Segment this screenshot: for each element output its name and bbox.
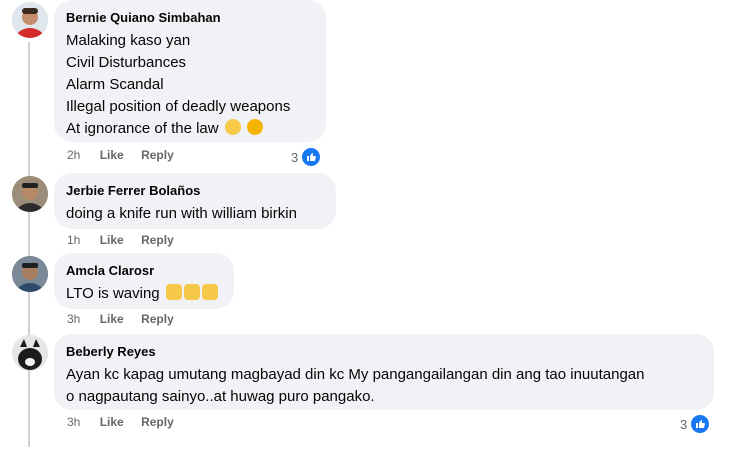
like-button[interactable]: Like	[100, 312, 124, 326]
comment-text: doing a knife run with william birkin	[66, 205, 297, 222]
comment-bubble: Beberly Reyes Ayan kc kapag umutang magb…	[54, 334, 714, 410]
commenter-name[interactable]: Beberly Reyes	[66, 344, 702, 360]
comment-text: Malaking kaso yan Civil Disturbances Ala…	[66, 32, 291, 137]
reaction-count[interactable]: 3	[291, 146, 323, 168]
comment-actions: 2h Like Reply	[67, 148, 188, 162]
comment-bubble: Amcla Clarosr LTO is waving	[54, 253, 234, 309]
reply-button[interactable]: Reply	[141, 415, 174, 429]
avatar[interactable]	[12, 2, 48, 38]
reply-button[interactable]: Reply	[141, 148, 174, 162]
comment-timestamp[interactable]: 2h	[67, 148, 80, 162]
dizzy-face-emoji-icon	[246, 119, 263, 135]
thread-line	[28, 42, 30, 447]
comment-actions: 3h Like Reply	[67, 415, 188, 429]
commenter-name[interactable]: Bernie Quiano Simbahan	[66, 10, 314, 26]
like-icon	[300, 146, 323, 168]
waving-hand-emoji-icon	[183, 284, 200, 300]
reply-button[interactable]: Reply	[141, 233, 174, 247]
comment-timestamp[interactable]: 3h	[67, 312, 80, 326]
comment-actions: 3h Like Reply	[67, 312, 188, 326]
comment-text: LTO is waving	[66, 283, 222, 305]
commenter-name[interactable]: Jerbie Ferrer Bolaños	[66, 183, 324, 199]
avatar[interactable]	[12, 256, 48, 292]
like-button[interactable]: Like	[100, 233, 124, 247]
comment-text: Ayan kc kapag umutang magbayad din kc My…	[66, 366, 645, 405]
comment-actions: 1h Like Reply	[67, 233, 188, 247]
sad-face-emoji-icon	[224, 119, 241, 135]
avatar[interactable]	[12, 335, 48, 371]
reaction-count[interactable]: 3	[680, 413, 712, 435]
waving-hand-emoji-icon	[165, 284, 182, 300]
comment-bubble: Bernie Quiano Simbahan Malaking kaso yan…	[54, 0, 326, 142]
waving-hand-emoji-icon	[201, 284, 218, 300]
commenter-name[interactable]: Amcla Clarosr	[66, 263, 222, 279]
reply-button[interactable]: Reply	[141, 312, 174, 326]
like-button[interactable]: Like	[100, 415, 124, 429]
like-button[interactable]: Like	[100, 148, 124, 162]
comment-timestamp[interactable]: 1h	[67, 233, 80, 247]
avatar[interactable]	[12, 176, 48, 212]
comment-timestamp[interactable]: 3h	[67, 415, 80, 429]
comment-bubble: Jerbie Ferrer Bolaños doing a knife run …	[54, 173, 336, 229]
like-icon	[689, 413, 712, 435]
